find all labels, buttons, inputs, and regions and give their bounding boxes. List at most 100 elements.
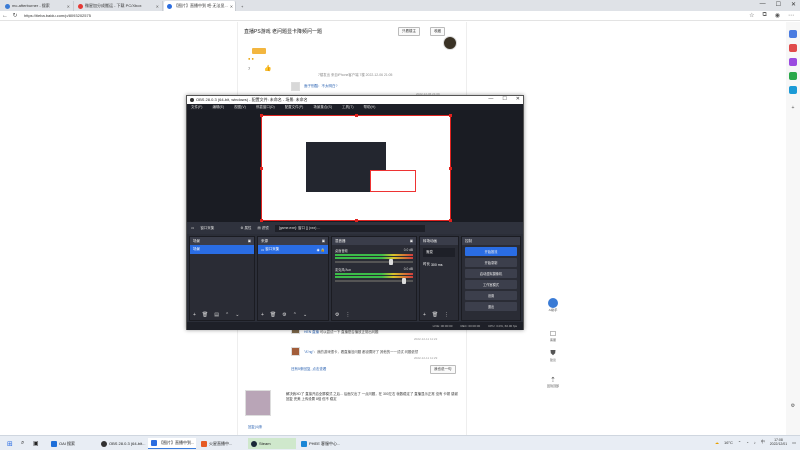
source-settings-icon[interactable]: ⚙ — [282, 312, 286, 318]
menu-tools[interactable]: 工具(T) — [342, 105, 353, 110]
settings-icon[interactable]: ⚙ — [789, 402, 797, 410]
back-icon[interactable]: ← — [0, 13, 10, 19]
visibility-icon[interactable]: ◉ 🔒 — [317, 248, 325, 252]
shopping-icon[interactable] — [789, 44, 797, 52]
menu-view[interactable]: 视图(V) — [234, 105, 246, 110]
scene-item[interactable]: 场景 — [190, 245, 254, 254]
task-view-button[interactable]: ▣ — [30, 438, 42, 449]
move-up-icon[interactable]: ⌃ — [225, 312, 229, 318]
exit-button[interactable]: 退出 — [465, 302, 517, 311]
dock-menu-icon[interactable]: ▣ — [248, 239, 251, 243]
start-recording-button[interactable]: 开始录制 — [465, 258, 517, 267]
volume-knob[interactable] — [389, 259, 394, 265]
maximize-icon[interactable]: ☐ — [776, 1, 781, 8]
move-down-icon[interactable]: ⌄ — [303, 312, 307, 318]
menu-help[interactable]: 帮助(H) — [364, 105, 376, 110]
menu-edit[interactable]: 编辑(E) — [212, 105, 224, 110]
dock-menu-icon[interactable]: ▣ — [410, 239, 413, 243]
window-select[interactable]: [game.exe]: 窗口 [] (xxx) ... — [274, 224, 425, 232]
obs-maximize-icon[interactable]: ☐ — [502, 96, 506, 102]
profile-icon[interactable]: ◉ — [775, 12, 780, 19]
resize-handle[interactable] — [260, 167, 263, 170]
transition-menu-icon[interactable]: ⋮ — [444, 312, 449, 318]
settings-button[interactable]: 设置 — [465, 291, 517, 300]
scene-filters-icon[interactable]: ▤ — [214, 312, 219, 318]
network-icon[interactable]: ◔ — [746, 440, 748, 445]
close-window-icon[interactable]: ✕ — [791, 1, 796, 8]
resize-handle[interactable] — [449, 167, 452, 170]
taskbar-app-steam[interactable]: Steam — [248, 438, 296, 449]
add-scene-icon[interactable]: + — [193, 312, 196, 318]
remove-scene-icon[interactable]: 🗑 — [202, 312, 208, 318]
taskbar-app-1[interactable]: OAI 搜索 — [48, 438, 96, 449]
start-button[interactable]: ⊞ — [4, 438, 16, 449]
mixer-menu-icon[interactable]: ⋮ — [345, 312, 350, 318]
search-taskbar-button[interactable]: ⌕ — [18, 438, 27, 449]
close-icon[interactable]: ✕ — [156, 4, 159, 9]
properties-button[interactable]: ⚙ 属性 — [240, 226, 251, 231]
service-button[interactable]: ☐ 客服 — [546, 330, 560, 342]
remove-source-icon[interactable]: 🗑 — [270, 312, 276, 318]
resize-handle[interactable] — [449, 114, 452, 117]
only-author-button[interactable]: 只看楼主 — [398, 27, 420, 36]
reply-box-button[interactable]: 我也说一句 — [430, 365, 456, 374]
filters-button[interactable]: ▤ 滤镜 — [257, 226, 268, 231]
taskbar-app-6[interactable]: PHEE 客服中心... — [298, 438, 346, 449]
close-icon[interactable]: ✕ — [230, 4, 233, 9]
volume-icon[interactable]: ♪ — [754, 440, 756, 445]
url-field[interactable]: https://tieba.baidu.com/p/8093202575 — [24, 13, 91, 18]
obs-title-bar[interactable]: OBS 28.0.3 (64-bit, windows) - 配置文件: 未命名… — [187, 96, 523, 104]
obs-close-icon[interactable]: ✕ — [516, 96, 520, 102]
reply-3-avatar[interactable] — [291, 347, 300, 356]
virtual-camera-button[interactable]: 启动虚拟摄像机 — [465, 269, 517, 278]
add-transition-icon[interactable]: + — [423, 312, 426, 318]
office-icon[interactable] — [789, 72, 797, 80]
outlook-icon[interactable] — [789, 86, 797, 94]
volume-slider[interactable] — [335, 278, 413, 284]
new-tab-button[interactable]: + — [238, 1, 246, 11]
volume-slider[interactable] — [335, 259, 413, 265]
input-language[interactable]: 中 — [761, 439, 765, 445]
reply-avatar[interactable] — [291, 82, 300, 91]
menu-scene-collection[interactable]: 场景集合(S) — [313, 105, 332, 110]
dock-menu-icon[interactable]: ▣ — [322, 239, 325, 243]
tray-overflow-icon[interactable]: ⌃ — [738, 440, 741, 445]
menu-profile[interactable]: 配置文件(P) — [285, 105, 304, 110]
browser-tab-tieba[interactable]: 【图片】直播中到 吧·无法显... ✕ — [164, 1, 236, 11]
thumb-up-icon[interactable]: 👍 — [264, 65, 271, 72]
back-to-top-button[interactable]: ⇡ 回到顶部 — [546, 376, 560, 388]
start-streaming-button[interactable]: 开始推流 — [465, 247, 517, 256]
refresh-icon[interactable]: ↻ — [10, 12, 20, 19]
move-up-icon[interactable]: ⌃ — [293, 312, 297, 318]
feedback-button[interactable]: ⛊ 建议 — [546, 350, 560, 362]
close-icon[interactable]: ✕ — [67, 4, 70, 9]
add-icon[interactable]: + — [789, 104, 797, 112]
menu-file[interactable]: 文件(F) — [191, 105, 202, 110]
floor-reply-link[interactable]: 回复(4)条 — [248, 424, 262, 429]
mixer-settings-icon[interactable]: ⚙ — [335, 312, 339, 318]
volume-knob[interactable] — [401, 278, 406, 284]
taskbar-app-obs[interactable]: OBS 28.0.3 (64-bit... — [98, 438, 146, 449]
transition-select[interactable]: 渐变 — [423, 248, 455, 257]
browser-tab-msi[interactable]: 微星加分成搬运 - 下载 PC/Xbox ✕ — [75, 1, 163, 11]
add-source-icon[interactable]: + — [261, 312, 264, 318]
favorite-button[interactable]: 收藏 — [430, 27, 445, 36]
browser-tab-search[interactable]: mc-afterburner - 搜索 ✕ — [2, 1, 74, 11]
more-replies-link[interactable]: 还有5条回复, 点击查看 — [291, 367, 326, 372]
notification-icon[interactable]: ▭ — [792, 440, 796, 445]
search-icon[interactable] — [789, 30, 797, 38]
author-avatar[interactable] — [443, 36, 457, 50]
menu-docks[interactable]: 停靠窗口(D) — [256, 105, 275, 110]
collections-icon[interactable]: ⧉ — [762, 12, 766, 19]
clock[interactable]: 17:08 2022/12/01 — [770, 438, 788, 446]
weather-icon[interactable]: ☁ — [715, 440, 719, 445]
more-menu-icon[interactable]: ⋯ — [788, 12, 794, 19]
ai-assistant-button[interactable]: AI助手 — [546, 298, 560, 312]
obs-preview[interactable] — [187, 110, 523, 222]
window-capture-source[interactable] — [260, 114, 452, 222]
taskbar-app-4[interactable]: 火星直播中... — [198, 438, 246, 449]
resize-handle[interactable] — [260, 114, 263, 117]
obs-minimize-icon[interactable]: — — [488, 96, 493, 102]
resize-handle[interactable] — [355, 114, 358, 117]
floor-avatar[interactable] — [245, 390, 271, 416]
